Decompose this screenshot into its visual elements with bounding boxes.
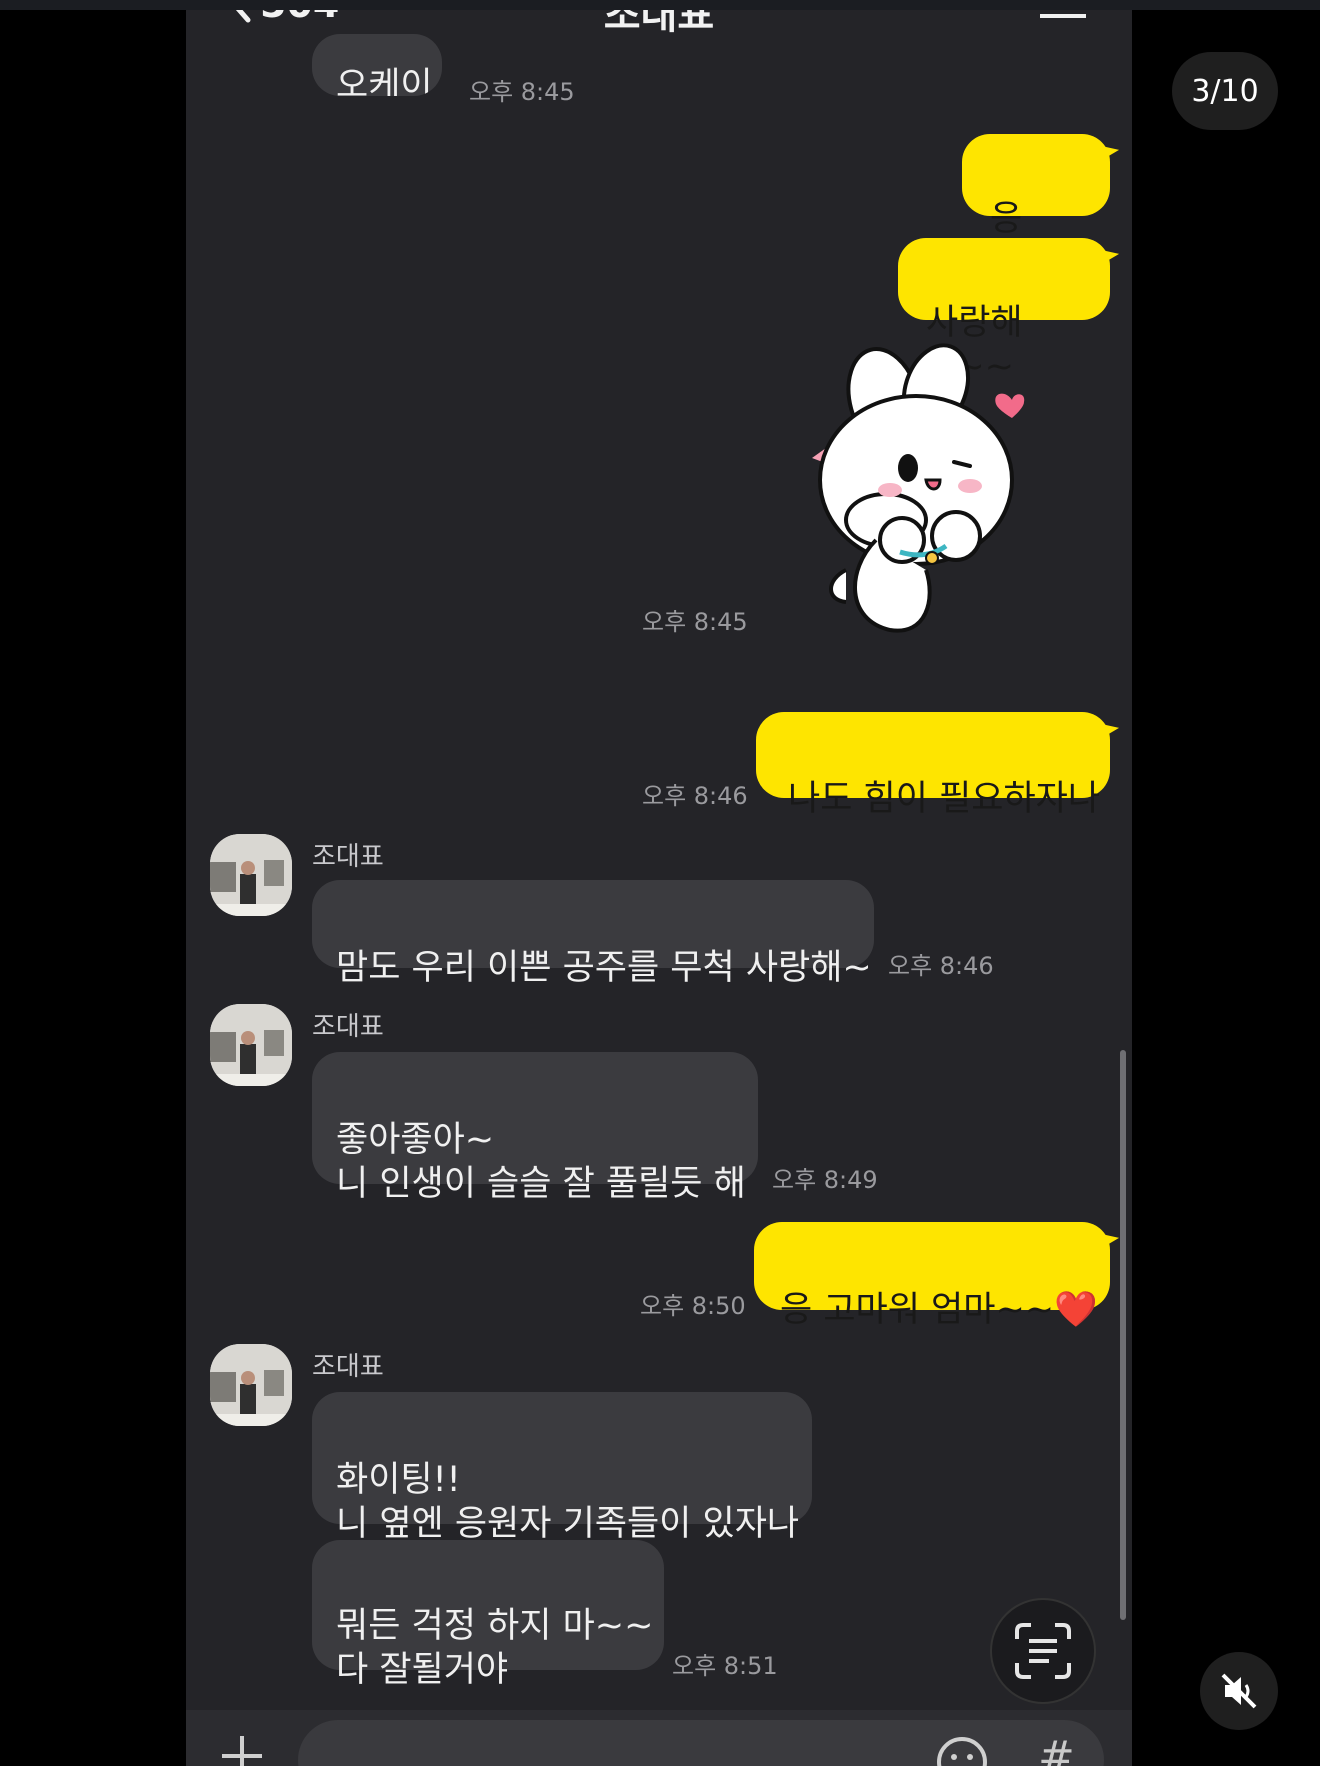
text-scan-icon (1015, 1623, 1071, 1679)
bunny-heart-sticker[interactable] (806, 340, 1066, 640)
search-icon[interactable] (948, 10, 992, 26)
message-text: 나도 힘이 필요하자나 (788, 779, 1101, 819)
emoji-icon[interactable] (936, 1736, 988, 1766)
message-text: 오케이 (336, 66, 433, 96)
sender-name: 조대표 (312, 1012, 384, 1042)
top-status-strip (0, 0, 1320, 10)
text-scan-button[interactable] (990, 1598, 1096, 1704)
avatar[interactable] (210, 1004, 292, 1086)
menu-icon[interactable] (1038, 10, 1088, 30)
page-counter: 3/10 (1172, 52, 1278, 130)
chat-header: 504 조대표 (186, 10, 1132, 38)
speaker-muted-icon (1221, 1673, 1257, 1709)
message-bubble[interactable]: 응 고마워 엄마~~❤️ (754, 1222, 1110, 1330)
hashtag-button[interactable]: # (1038, 1732, 1075, 1766)
message-bubble[interactable]: 맘도 우리 이쁜 공주를 무척 사랑해~ (312, 880, 874, 988)
sender-name: 조대표 (312, 842, 384, 872)
sender-name: 조대표 (312, 1352, 384, 1382)
message-bubble[interactable]: 응~~~ (962, 134, 1110, 283)
message-time: 오후 8:45 (469, 78, 575, 106)
message-time: 오후 8:51 (672, 1652, 778, 1680)
message-bubble[interactable]: 뭐든 걱정 하지 마~~ 다 잘될거야 (312, 1540, 664, 1690)
message-bubble[interactable]: 오케이 (312, 34, 442, 96)
message-bubble[interactable]: 좋아좋아~ 니 인생이 슬슬 잘 풀릴듯 해 (312, 1052, 758, 1204)
message-text: 좋아좋아~ 니 인생이 슬슬 잘 풀릴듯 해 (336, 1120, 746, 1204)
message-time: 오후 8:46 (642, 782, 748, 810)
chat-screen: 504 조대표 오케이 오후 8:45 응~~~ 사랑해~~~ (186, 10, 1132, 1766)
message-time: 오후 8:49 (772, 1166, 878, 1194)
mute-button[interactable] (1200, 1652, 1278, 1730)
message-time: 오후 8:50 (640, 1292, 746, 1320)
message-time: 오후 8:46 (888, 952, 994, 980)
message-text: 화이팅!! 니 옆엔 응원자 기족들이 있자나 (336, 1460, 800, 1544)
avatar[interactable] (210, 834, 292, 916)
message-bubble[interactable]: 사랑해~~~ (898, 238, 1110, 387)
message-text: 응 고마워 엄마~~❤️ (780, 1290, 1098, 1330)
avatar[interactable] (210, 1344, 292, 1426)
scrollbar[interactable] (1120, 1050, 1126, 1620)
message-time: 오후 8:45 (642, 608, 748, 636)
message-text: 맘도 우리 이쁜 공주를 무척 사랑해~ (336, 948, 872, 988)
message-input-bar: # (186, 1710, 1132, 1766)
plus-icon[interactable] (220, 1734, 264, 1766)
message-bubble[interactable]: 나도 힘이 필요하자나 (756, 712, 1110, 819)
message-bubble[interactable]: 화이팅!! 니 옆엔 응원자 기족들이 있자나 (312, 1392, 812, 1544)
message-text: 뭐든 걱정 하지 마~~ 다 잘될거야 (336, 1606, 654, 1690)
